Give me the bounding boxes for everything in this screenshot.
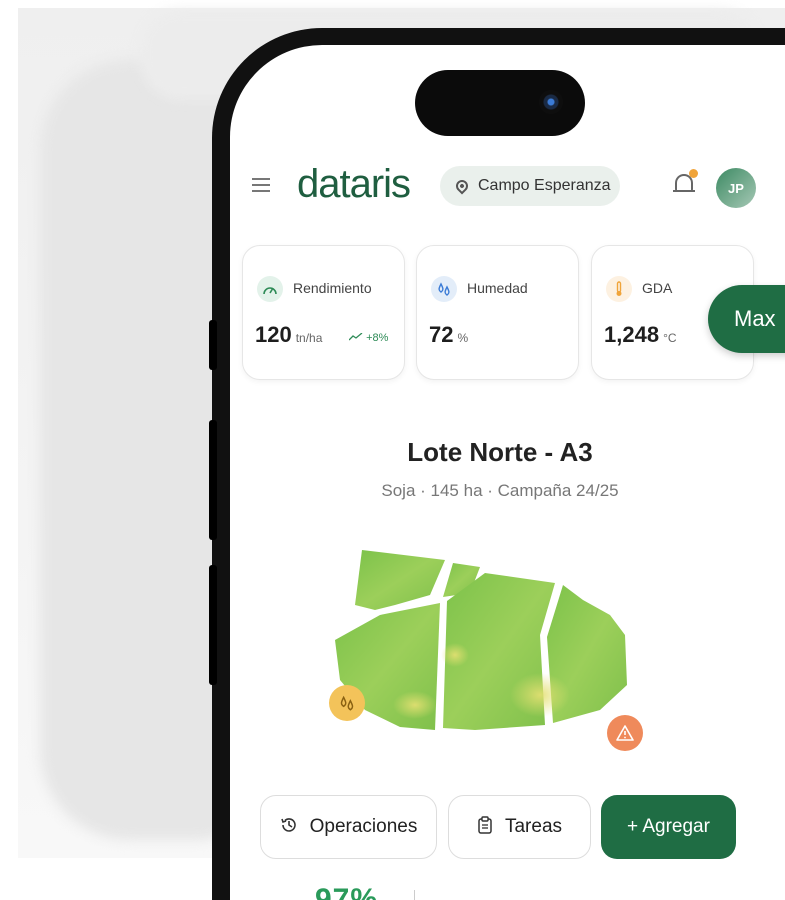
add-button[interactable]: + Agregar — [601, 795, 736, 859]
stage: dataris Campo Esperanza JP Rendimiento 1… — [0, 0, 785, 900]
lot-title: Lote Norte - A3 — [407, 437, 593, 467]
operations-button[interactable]: Operaciones — [260, 795, 437, 859]
divider — [414, 890, 415, 900]
notifications-bell-icon[interactable] — [673, 169, 698, 196]
clipboard-icon — [477, 815, 493, 839]
phone-screen: dataris Campo Esperanza JP Rendimiento 1… — [230, 45, 785, 900]
warning-marker-icon[interactable] — [607, 715, 643, 751]
notification-badge — [689, 169, 698, 178]
max-assistant-button[interactable]: Max — [708, 285, 785, 353]
dynamic-island — [415, 70, 585, 136]
phone-side-button — [209, 565, 217, 685]
app-logo: dataris — [297, 162, 411, 206]
bottom-metric-value: 97% — [315, 883, 379, 900]
droplets-icon — [431, 276, 457, 302]
lot-subtitle: Soja · 145 ha · Campaña 24/25 — [381, 481, 619, 500]
stat-card-humedad[interactable]: Humedad 72% — [416, 245, 579, 380]
trend-up-indicator: +8% — [348, 332, 388, 344]
stat-label: Rendimiento — [293, 280, 372, 296]
location-label: Campo Esperanza — [478, 177, 611, 194]
field-map[interactable] — [325, 545, 643, 755]
speedometer-icon — [257, 276, 283, 302]
user-avatar[interactable]: JP — [716, 168, 756, 208]
stat-label: Humedad — [467, 280, 528, 296]
stat-label: GDA — [642, 280, 673, 296]
stat-value: 1,248 °C — [604, 322, 677, 347]
hamburger-menu-icon[interactable] — [252, 178, 270, 192]
water-alert-marker-icon[interactable] — [329, 685, 365, 721]
location-selector[interactable]: Campo Esperanza — [440, 166, 620, 206]
top-bar: dataris Campo Esperanza JP — [230, 160, 785, 218]
stat-value: 72% — [429, 322, 469, 347]
operations-label: Operaciones — [309, 816, 418, 837]
phone-side-button — [209, 320, 217, 370]
tasks-label: Tareas — [504, 816, 563, 837]
thermometer-icon — [606, 276, 632, 302]
stat-value: 120 tn/ha — [255, 322, 323, 347]
tasks-button[interactable]: Tareas — [448, 795, 591, 859]
phone-side-button — [209, 420, 217, 540]
field-parcel — [355, 550, 445, 610]
stat-card-rendimiento[interactable]: Rendimiento 120 tn/ha +8% — [242, 245, 405, 380]
location-pin-icon — [453, 177, 471, 195]
camera-icon — [539, 90, 563, 114]
history-icon — [280, 816, 298, 839]
